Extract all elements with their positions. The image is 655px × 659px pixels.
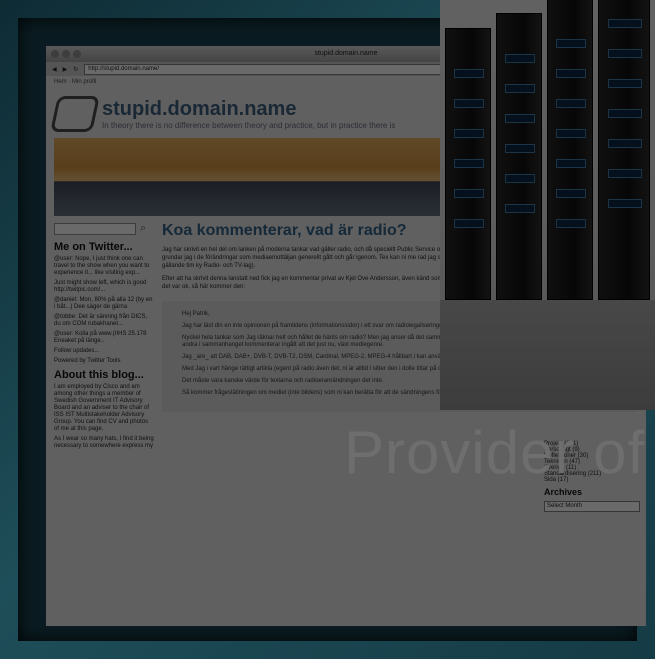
site-tagline: In theory there is no difference between… <box>102 121 396 130</box>
left-sidebar: ⌕ Me on Twitter... @user: Nope, I just t… <box>54 222 154 453</box>
powered-by: Powered by Twitter Tools <box>54 358 121 364</box>
tweet-item: @daniel: Mon, 80% på alla 12 (by en i bå… <box>54 297 153 310</box>
server-rack <box>496 13 542 300</box>
search-input[interactable] <box>54 222 136 235</box>
window-controls <box>51 50 81 58</box>
server-rack <box>445 28 491 300</box>
about-text-2: As I wear so many hats, I find it being … <box>54 436 154 449</box>
archives-heading: Archives <box>544 487 583 497</box>
site-title[interactable]: stupid.domain.name <box>102 98 395 121</box>
provider-caption: Provider of <box>344 419 646 486</box>
follow-link[interactable]: Follow updates... <box>54 348 154 355</box>
archives-select[interactable]: Select Month <box>544 501 640 512</box>
forward-icon[interactable]: ▶ <box>63 66 68 73</box>
tweet-item: @user: Nope, I just think one can travel… <box>54 256 150 276</box>
tweet-item: @user: Kolla på www.(IIHS 25.178 Eneaket… <box>54 331 147 344</box>
twitter-heading: Me on Twitter... <box>54 241 133 253</box>
minimize-dot[interactable] <box>62 50 70 58</box>
close-dot[interactable] <box>51 50 59 58</box>
about-heading: About this blog... <box>54 369 144 381</box>
zoom-dot[interactable] <box>73 50 81 58</box>
site-logo-icon[interactable] <box>50 96 100 132</box>
back-icon[interactable]: ◀ <box>52 66 57 73</box>
window-title: stupid.domain.name <box>314 50 378 57</box>
tweet-item: @tobbe: Det är sänning från DICS, du om … <box>54 314 148 327</box>
search-form: ⌕ <box>54 222 154 235</box>
reload-icon[interactable]: ↻ <box>73 66 78 73</box>
server-racks-photo <box>440 0 655 410</box>
server-rack <box>547 0 593 300</box>
reflective-floor <box>440 300 655 410</box>
server-rack <box>598 0 650 300</box>
tweet-item: Just might show left, which is good http… <box>54 280 147 293</box>
about-text: I am employed by Cisco and am among othe… <box>54 384 150 432</box>
search-icon[interactable]: ⌕ <box>140 222 146 235</box>
